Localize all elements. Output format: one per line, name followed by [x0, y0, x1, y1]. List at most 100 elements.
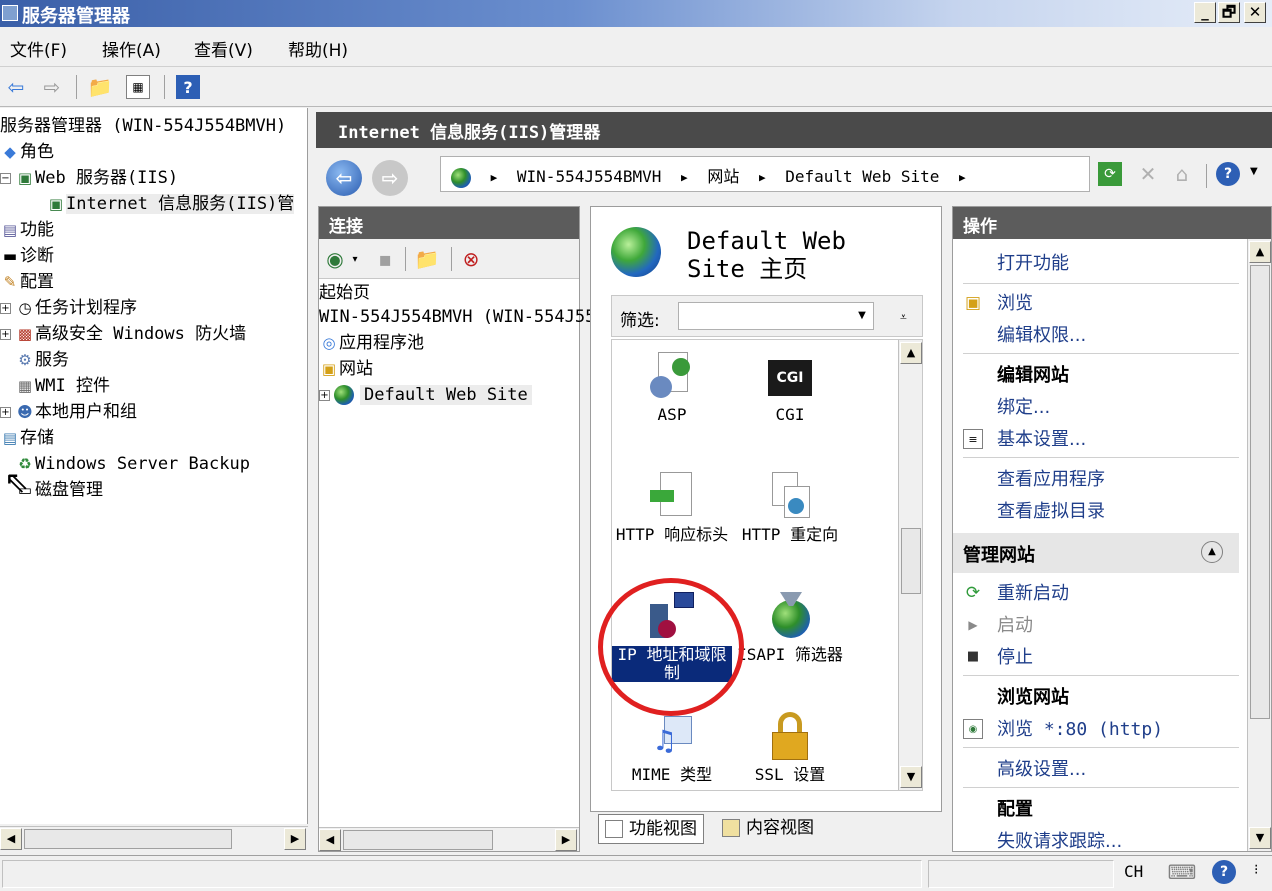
feature-asp[interactable]: ASP: [612, 352, 732, 424]
collapse-up-icon[interactable]: ▲: [1201, 541, 1223, 563]
menu-file[interactable]: 文件(F): [10, 36, 67, 61]
tree-hscroll[interactable]: ◀ ▶: [0, 826, 308, 850]
tree-item-diagnostics[interactable]: ▬ 诊断: [0, 244, 54, 268]
collapse-icon[interactable]: −: [0, 172, 11, 184]
maximize-button[interactable]: 🗗: [1218, 2, 1240, 23]
conn-start-page[interactable]: 起始页: [319, 281, 370, 305]
actions-vscroll[interactable]: ▲ ▼: [1247, 239, 1271, 851]
save-icon[interactable]: ▪: [373, 247, 397, 271]
action-failed-tracing[interactable]: 失败请求跟踪...: [997, 827, 1122, 851]
keyboard-icon[interactable]: ⌨: [1168, 860, 1197, 884]
feature-ssl-settings[interactable]: SSL 设置: [730, 712, 850, 784]
menu-action[interactable]: 操作(A): [102, 36, 161, 61]
help-icon[interactable]: ?: [1212, 860, 1236, 884]
expand-icon[interactable]: +: [0, 406, 11, 418]
feature-http-headers[interactable]: HTTP 响应标头: [612, 472, 732, 544]
action-open-feature[interactable]: 打开功能: [997, 249, 1069, 275]
manage-site-header[interactable]: 管理网站 ▲: [953, 533, 1239, 573]
nav-back-button[interactable]: ⇦: [326, 160, 362, 196]
scroll-right-icon[interactable]: ▶: [555, 829, 577, 851]
tree-item-task-scheduler[interactable]: + ◷ 任务计划程序: [0, 296, 137, 320]
breadcrumb-arrow-icon[interactable]: ▶: [491, 171, 498, 184]
scroll-thumb[interactable]: [901, 528, 921, 594]
tab-content-view[interactable]: 内容视图: [716, 814, 820, 844]
scroll-left-icon[interactable]: ◀: [319, 829, 341, 851]
expand-icon[interactable]: +: [0, 328, 11, 340]
close-button[interactable]: ✕: [1244, 2, 1266, 23]
tree-item-firewall[interactable]: + ▩ 高级安全 Windows 防火墙: [0, 322, 246, 346]
scroll-left-icon[interactable]: ◀: [0, 828, 22, 850]
tree-item-roles[interactable]: ◆ 角色: [0, 140, 54, 164]
feature-mime-types[interactable]: ♫ MIME 类型: [612, 712, 732, 784]
help-icon[interactable]: ?: [176, 75, 200, 99]
back-arrow-icon[interactable]: ⇦: [4, 75, 28, 99]
expand-icon[interactable]: +: [0, 302, 11, 314]
address-bar[interactable]: ▶ WIN-554J554BMVH ▶ 网站 ▶ Default Web Sit…: [440, 156, 1090, 192]
connect-dropdown-icon[interactable]: ▾: [343, 247, 367, 271]
filter-input[interactable]: [678, 302, 874, 330]
disconnect-icon[interactable]: ⊗: [459, 247, 483, 271]
tab-feature-view[interactable]: 功能视图: [598, 814, 704, 844]
expand-icon[interactable]: +: [319, 389, 330, 401]
help-dropdown-icon[interactable]: ▼: [1250, 166, 1258, 177]
help-icon[interactable]: ?: [1216, 162, 1240, 186]
feature-isapi-filters[interactable]: ISAPI 筛选器: [730, 592, 850, 664]
feature-http-redirect[interactable]: HTTP 重定向: [730, 472, 850, 544]
tree-item-configuration[interactable]: ✎ 配置: [0, 270, 54, 294]
breadcrumb-server[interactable]: WIN-554J554BMVH: [517, 167, 662, 186]
scroll-right-icon[interactable]: ▶: [284, 828, 306, 850]
action-advanced-settings[interactable]: 高级设置...: [997, 755, 1086, 781]
breadcrumb-arrow-icon[interactable]: ▶: [959, 171, 966, 184]
scroll-up-icon[interactable]: ▲: [1249, 241, 1271, 263]
menu-help[interactable]: 帮助(H): [288, 36, 348, 61]
action-browse-80[interactable]: 浏览 *:80 (http): [997, 715, 1163, 741]
home-icon[interactable]: ⌂: [1170, 162, 1194, 186]
scroll-down-icon[interactable]: ▼: [900, 766, 922, 788]
action-edit-permissions[interactable]: 编辑权限...: [997, 321, 1086, 347]
connections-hscroll[interactable]: ◀ ▶: [319, 827, 579, 851]
scroll-thumb[interactable]: [24, 829, 232, 849]
nav-forward-button[interactable]: ⇨: [372, 160, 408, 196]
feature-cgi[interactable]: CGI CGI: [730, 352, 850, 424]
action-start[interactable]: 启动: [997, 611, 1033, 637]
breadcrumb-arrow-icon[interactable]: ▶: [759, 171, 766, 184]
breadcrumb-site[interactable]: Default Web Site: [785, 167, 939, 186]
tree-item-features[interactable]: ▤ 功能: [0, 218, 54, 242]
feature-ip-restrictions[interactable]: IP 地址和域限制: [612, 592, 732, 682]
options-icon[interactable]: ⁝: [1254, 862, 1258, 878]
filter-dropdown-icon[interactable]: ▼: [852, 304, 872, 328]
action-bindings[interactable]: 绑定...: [997, 393, 1050, 419]
conn-app-pools[interactable]: ◎ 应用程序池: [319, 331, 424, 355]
action-view-apps[interactable]: 查看应用程序: [997, 465, 1105, 491]
action-stop[interactable]: 停止: [997, 643, 1033, 669]
filter-options-icon[interactable]: ⩡: [900, 310, 907, 325]
tree-item-local-users[interactable]: + ☻ 本地用户和组: [0, 400, 137, 424]
action-browse[interactable]: 浏览: [997, 289, 1033, 315]
scroll-thumb[interactable]: [1250, 265, 1270, 719]
stop-icon[interactable]: ✕: [1136, 162, 1160, 186]
conn-default-site[interactable]: + Default Web Site: [319, 383, 532, 407]
action-basic-settings[interactable]: 基本设置...: [997, 425, 1086, 451]
scroll-down-icon[interactable]: ▼: [1249, 827, 1271, 849]
forward-arrow-icon[interactable]: ⇨: [40, 75, 64, 99]
tree-root[interactable]: 服务器管理器 (WIN-554J554BMVH): [0, 114, 286, 138]
breadcrumb-sites[interactable]: 网站: [707, 167, 739, 186]
feature-vscroll[interactable]: ▲ ▼: [898, 340, 922, 790]
language-indicator[interactable]: CH: [1124, 862, 1143, 881]
up-folder-icon[interactable]: 📁: [415, 247, 440, 271]
refresh-icon[interactable]: ⟳: [1098, 162, 1122, 186]
scroll-up-icon[interactable]: ▲: [900, 342, 922, 364]
tree-item-iis-manager[interactable]: ▣ Internet 信息服务(IIS)管: [46, 192, 295, 216]
tree-item-web-server[interactable]: − ▣ Web 服务器(IIS): [0, 166, 178, 190]
action-restart[interactable]: 重新启动: [997, 579, 1069, 605]
action-view-vdirs[interactable]: 查看虚拟目录: [997, 497, 1105, 523]
tree-item-storage[interactable]: ▤ 存储: [0, 426, 54, 450]
scroll-thumb[interactable]: [343, 830, 493, 850]
menu-view[interactable]: 查看(V): [194, 36, 253, 61]
show-hide-tree-icon[interactable]: ▦: [126, 75, 150, 99]
tree-item-wmi[interactable]: ▦ WMI 控件: [15, 374, 110, 398]
conn-sites[interactable]: ▣ 网站: [319, 357, 373, 381]
conn-server[interactable]: WIN-554J554BMVH (WIN-554J55: [319, 305, 595, 329]
up-folder-icon[interactable]: 📁: [88, 75, 113, 99]
breadcrumb-arrow-icon[interactable]: ▶: [681, 171, 688, 184]
